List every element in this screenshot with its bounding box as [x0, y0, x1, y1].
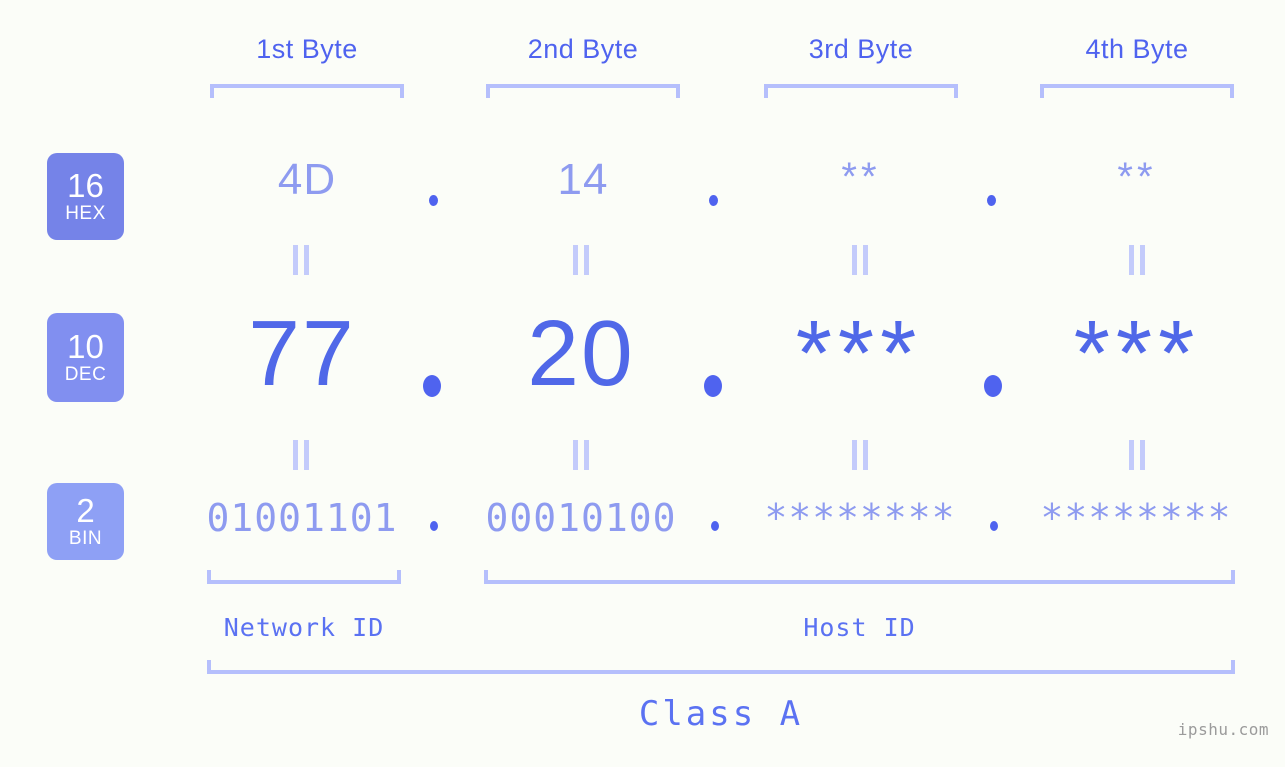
hex-byte-2: 14 — [557, 155, 609, 204]
equals-mark-dec-bin-3 — [849, 440, 871, 470]
dec-byte-1: 77 — [248, 301, 356, 405]
byte-header-2: 2nd Byte — [527, 34, 639, 64]
dec-separator-dot-3 — [984, 375, 1002, 397]
radix-badge-hex: 16 HEX — [47, 153, 124, 240]
bin-separator-dot-1 — [430, 521, 438, 531]
equals-mark-hex-dec-4 — [1126, 245, 1148, 275]
dec-separator-dot-2 — [704, 375, 722, 397]
hex-byte-1: 4D — [277, 155, 337, 204]
bin-byte-2: 00010100 — [485, 496, 677, 540]
hex-separator-dot-1 — [429, 195, 438, 206]
network-id-label: Network ID — [223, 613, 385, 642]
dec-byte-4: *** — [1073, 301, 1201, 405]
byte-bracket-top-3 — [764, 84, 958, 98]
dec-byte-2: 20 — [527, 301, 635, 405]
radix-badge-hex-number: 16 — [67, 167, 104, 204]
bin-byte-3: ******** — [764, 496, 956, 540]
hex-byte-3: ** — [841, 155, 881, 199]
byte-header-4: 4th Byte — [1085, 34, 1189, 64]
radix-badge-bin-number: 2 — [76, 492, 95, 529]
hex-separator-dot-2 — [709, 195, 718, 206]
network-id-bracket — [207, 570, 401, 584]
equals-mark-hex-dec-3 — [849, 245, 871, 275]
byte-bracket-top-1 — [210, 84, 404, 98]
radix-badge-dec: 10 DEC — [47, 313, 124, 402]
host-id-bracket — [484, 570, 1235, 584]
equals-mark-dec-bin-4 — [1126, 440, 1148, 470]
byte-header-3: 3rd Byte — [808, 34, 914, 64]
class-label: Class A — [638, 694, 804, 734]
ip-address-breakdown-diagram: 1st Byte 2nd Byte 3rd Byte 4th Byte 16 H… — [0, 0, 1285, 767]
byte-header-1: 1st Byte — [256, 34, 358, 64]
equals-mark-dec-bin-1 — [290, 440, 312, 470]
radix-badge-dec-label: DEC — [64, 364, 107, 385]
equals-mark-hex-dec-2 — [570, 245, 592, 275]
bin-separator-dot-2 — [711, 521, 719, 531]
byte-bracket-top-2 — [486, 84, 680, 98]
dec-separator-dot-1 — [423, 375, 441, 397]
bin-byte-4: ******** — [1040, 496, 1232, 540]
bin-separator-dot-3 — [990, 521, 998, 531]
equals-mark-hex-dec-1 — [290, 245, 312, 275]
hex-byte-4: ** — [1117, 155, 1157, 199]
radix-badge-dec-number: 10 — [67, 328, 104, 365]
hex-separator-dot-3 — [987, 195, 996, 206]
dec-byte-3: *** — [795, 301, 923, 405]
radix-badge-hex-label: HEX — [65, 203, 106, 224]
byte-bracket-top-4 — [1040, 84, 1234, 98]
class-bracket — [207, 660, 1235, 674]
host-id-label: Host ID — [803, 613, 916, 642]
equals-mark-dec-bin-2 — [570, 440, 592, 470]
bin-byte-1: 01001101 — [206, 496, 398, 540]
radix-badge-bin-label: BIN — [68, 528, 103, 549]
radix-badge-bin: 2 BIN — [47, 483, 124, 560]
watermark: ipshu.com — [1177, 720, 1269, 739]
